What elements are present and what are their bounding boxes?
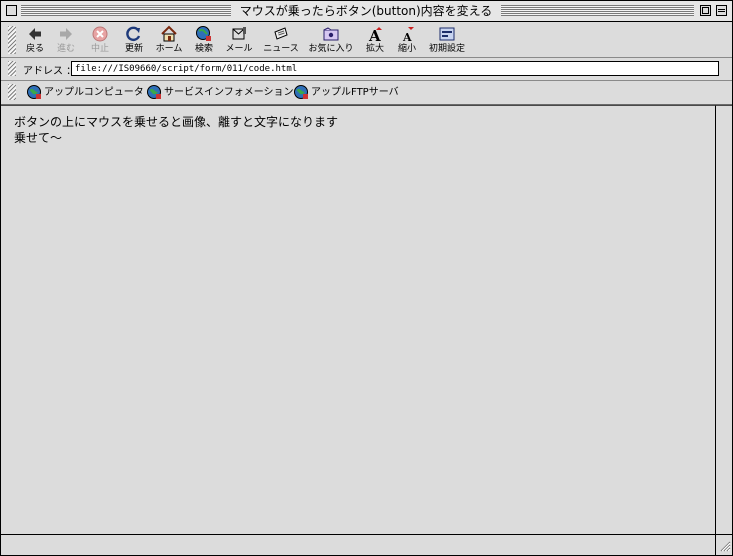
horizontal-scrollbar[interactable] bbox=[1, 534, 715, 555]
hover-button[interactable]: 乗せて〜 bbox=[14, 131, 62, 146]
collapse-box[interactable] bbox=[716, 5, 727, 16]
forward-button[interactable]: 進む bbox=[53, 25, 79, 55]
forward-arrow-icon bbox=[60, 28, 72, 40]
stop-button[interactable]: 中止 bbox=[87, 25, 113, 55]
refresh-icon bbox=[126, 26, 141, 42]
link-apple-computer-label: アップルコンピュータ bbox=[44, 87, 144, 98]
font-smaller-button-label: 縮小 bbox=[397, 44, 416, 54]
link-service-information[interactable]: サービスインフォメーション bbox=[146, 84, 294, 101]
title-bar[interactable]: マウスが乗ったらボタン(button)内容を変える bbox=[1, 1, 732, 22]
mail-icon bbox=[232, 27, 246, 40]
back-button[interactable]: 戻る bbox=[22, 25, 48, 55]
link-apple-computer[interactable]: アップルコンピュータ bbox=[26, 84, 144, 101]
globe-icon bbox=[147, 85, 161, 99]
address-label: アドレス ： bbox=[23, 66, 77, 77]
svg-text:A: A bbox=[402, 31, 412, 43]
links-bar-grip-icon[interactable] bbox=[8, 84, 16, 100]
preferences-button[interactable]: 初期設定 bbox=[426, 25, 468, 55]
browser-window: マウスが乗ったらボタン(button)内容を変える 戻る 進む 中止 更新 ホー… bbox=[0, 0, 733, 556]
font-larger-icon: A bbox=[368, 27, 382, 43]
address-bar-grip-icon[interactable] bbox=[8, 61, 16, 76]
toolbar-grip-icon[interactable] bbox=[8, 26, 16, 54]
home-icon bbox=[161, 25, 177, 42]
title-bar-stripes-right bbox=[501, 5, 694, 16]
preferences-icon bbox=[439, 27, 455, 41]
news-button[interactable]: ニュース bbox=[262, 25, 300, 55]
favorites-icon bbox=[323, 27, 339, 41]
favorites-button[interactable]: お気に入り bbox=[307, 25, 355, 55]
globe-icon bbox=[27, 85, 41, 99]
home-button-label: ホーム bbox=[155, 44, 183, 54]
window-title: マウスが乗ったらボタン(button)内容を変える bbox=[235, 3, 497, 19]
mail-button-label: メール bbox=[225, 44, 253, 54]
preferences-button-label: 初期設定 bbox=[428, 44, 465, 54]
address-input[interactable]: file:///IS09660/script/form/011/code.htm… bbox=[71, 61, 719, 76]
home-button[interactable]: ホーム bbox=[152, 25, 186, 55]
search-globe-icon bbox=[196, 26, 211, 41]
mail-button[interactable]: メール bbox=[224, 25, 254, 55]
font-larger-button[interactable]: A 拡大 bbox=[362, 25, 388, 55]
favorites-button-label: お気に入り bbox=[308, 44, 354, 54]
refresh-button[interactable]: 更新 bbox=[121, 25, 147, 55]
page-content: ボタンの上にマウスを乗せると画像、離すと文字になります 乗せて〜 bbox=[1, 105, 715, 535]
button-toolbar: 戻る 進む 中止 更新 ホーム 検索 メール ニュース お気に入り A 拡大 A… bbox=[1, 22, 732, 58]
news-icon bbox=[274, 27, 288, 40]
vertical-scrollbar[interactable] bbox=[715, 105, 732, 534]
stop-icon bbox=[92, 26, 108, 42]
search-button-label: 検索 bbox=[194, 44, 213, 54]
title-bar-stripes-left bbox=[21, 5, 231, 16]
link-apple-ftp-server[interactable]: アップルFTPサーバ bbox=[293, 84, 399, 101]
link-service-information-label: サービスインフォメーション bbox=[164, 87, 294, 98]
news-button-label: ニュース bbox=[263, 44, 299, 54]
forward-button-label: 進む bbox=[56, 44, 75, 54]
favorites-links-bar: アップルコンピュータ サービスインフォメーション アップルFTPサーバ bbox=[1, 81, 732, 105]
description-text: ボタンの上にマウスを乗せると画像、離すと文字になります bbox=[14, 115, 339, 129]
back-arrow-icon bbox=[29, 28, 41, 40]
refresh-button-label: 更新 bbox=[124, 44, 143, 54]
font-larger-button-label: 拡大 bbox=[365, 44, 384, 54]
address-bar: アドレス ： file:///IS09660/script/form/011/c… bbox=[1, 58, 732, 81]
font-smaller-icon: A bbox=[402, 27, 414, 43]
resize-grip-icon[interactable] bbox=[715, 534, 732, 555]
stop-button-label: 中止 bbox=[90, 44, 109, 54]
zoom-box[interactable] bbox=[700, 5, 711, 16]
resize-lines bbox=[720, 541, 731, 552]
close-box[interactable] bbox=[6, 5, 17, 16]
search-button[interactable]: 検索 bbox=[191, 25, 217, 55]
font-smaller-button[interactable]: A 縮小 bbox=[394, 25, 420, 55]
back-button-label: 戻る bbox=[25, 44, 44, 54]
globe-icon bbox=[294, 85, 308, 99]
link-apple-ftp-server-label: アップルFTPサーバ bbox=[311, 87, 399, 98]
